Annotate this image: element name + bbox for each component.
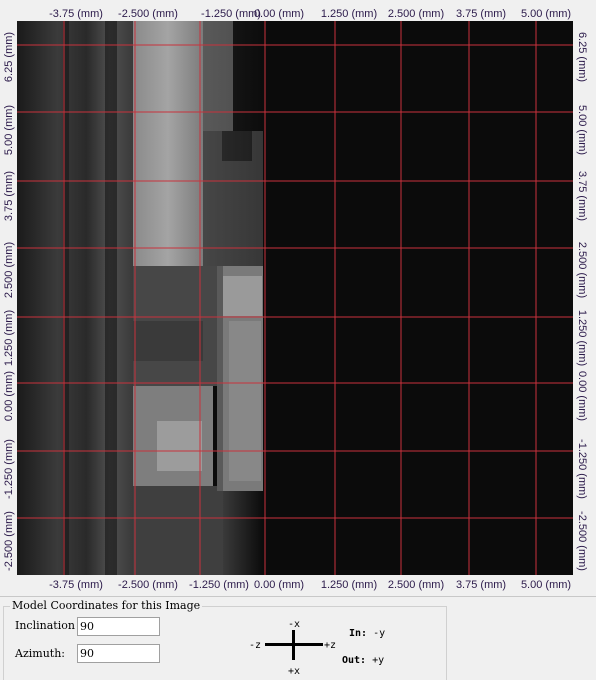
x-tick-label-top: 2.500 (mm): [387, 8, 445, 20]
image-viewer[interactable]: -3.75 (mm) -2.500 (mm) -1.250 (mm) 0.00 …: [0, 0, 596, 597]
azimuth-label: Azimuth:: [15, 647, 65, 660]
y-tick-label-right: 6.25 (mm): [576, 31, 588, 83]
inclination-label: Inclination: [15, 619, 75, 632]
out-label: Out:: [342, 655, 367, 666]
y-tick-label-left: 0.00 (mm): [3, 370, 15, 422]
y-tick-label-right: 0.00 (mm): [576, 370, 588, 422]
y-tick-label-right: 1.250 (mm): [576, 309, 588, 367]
x-tick-label-top: -1.250 (mm): [201, 8, 261, 20]
out-direction: Out: +y: [342, 655, 384, 666]
y-tick-label-right: 2.500 (mm): [576, 241, 588, 299]
direction-down-label: +x: [288, 666, 301, 677]
x-tick-label-bottom: 5.00 (mm): [520, 579, 572, 591]
y-tick-label-left: 6.25 (mm): [3, 31, 15, 83]
x-tick-label-top: 1.250 (mm): [320, 8, 378, 20]
x-tick-label-bottom: 2.500 (mm): [387, 579, 445, 591]
y-tick-label-left: 2.500 (mm): [3, 241, 15, 299]
y-tick-label-left: 1.250 (mm): [3, 309, 15, 367]
y-tick-label-left: -1.250 (mm): [3, 439, 15, 499]
x-tick-label-top: 5.00 (mm): [520, 8, 572, 20]
model-coordinates-group: Model Coordinates for this Image Inclina…: [3, 599, 447, 680]
y-tick-label-right: -1.250 (mm): [576, 439, 588, 499]
microscope-image[interactable]: [17, 21, 573, 575]
model-coordinates-panel: Model Coordinates for this Image Inclina…: [0, 597, 596, 680]
direction-right-label: +z: [324, 640, 337, 651]
x-tick-label-bottom: 1.250 (mm): [320, 579, 378, 591]
y-tick-label-left: 5.00 (mm): [3, 104, 15, 156]
in-value: -y: [373, 628, 386, 639]
grid-overlay: [17, 21, 573, 575]
x-tick-label-top: 3.75 (mm): [455, 8, 507, 20]
inclination-input[interactable]: [77, 617, 160, 636]
x-tick-label-top: -3.75 (mm): [49, 8, 103, 20]
x-tick-label-bottom: 3.75 (mm): [455, 579, 507, 591]
direction-left-label: -z: [249, 640, 262, 651]
direction-up-label: -x: [288, 619, 301, 630]
x-tick-label-bottom: -1.250 (mm): [189, 579, 249, 591]
orientation-cross-icon: [265, 630, 323, 660]
azimuth-input[interactable]: [77, 644, 160, 663]
y-tick-label-right: 5.00 (mm): [576, 104, 588, 156]
x-tick-label-bottom: -2.500 (mm): [118, 579, 178, 591]
y-tick-label-left: -2.500 (mm): [3, 511, 15, 571]
y-tick-label-right: 3.75 (mm): [576, 170, 588, 222]
y-tick-label-right: -2.500 (mm): [576, 511, 588, 571]
out-value: +y: [372, 655, 385, 666]
x-tick-label-bottom: 0.00 (mm): [253, 579, 305, 591]
x-tick-label-top: 0.00 (mm): [253, 8, 305, 20]
in-direction: In: -y: [349, 628, 385, 639]
group-title: Model Coordinates for this Image: [10, 599, 203, 612]
x-tick-label-bottom: -3.75 (mm): [49, 579, 103, 591]
in-label: In:: [349, 628, 368, 639]
x-tick-label-top: -2.500 (mm): [118, 8, 178, 20]
y-tick-label-left: 3.75 (mm): [3, 170, 15, 222]
